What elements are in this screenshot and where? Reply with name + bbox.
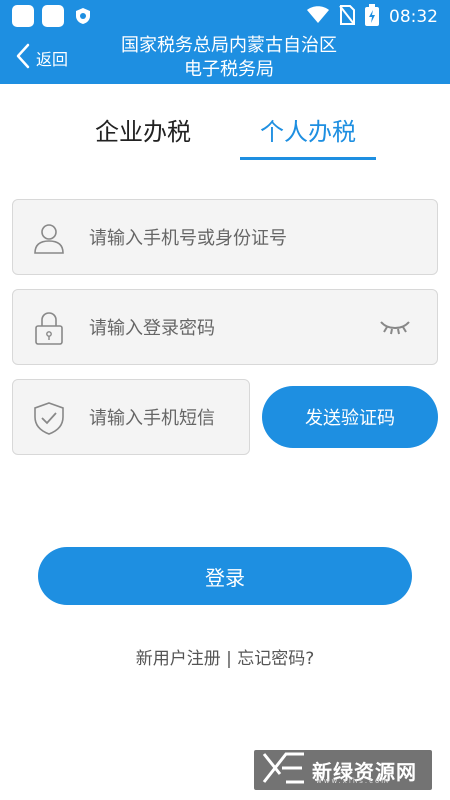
watermark-subtext: www.xlhs.com xyxy=(316,777,391,785)
forgot-password-link[interactable]: 忘记密码? xyxy=(237,649,314,669)
login-button[interactable]: 登录 xyxy=(38,547,412,605)
battery-charging-icon xyxy=(365,4,379,30)
sms-code-field[interactable] xyxy=(12,379,250,455)
username-input[interactable] xyxy=(89,218,419,258)
status-bar: 08:32 xyxy=(0,0,450,32)
footer-links: 新用户注册 | 忘记密码? xyxy=(0,644,450,669)
status-time: 08:32 xyxy=(389,7,438,27)
active-tab-indicator xyxy=(240,157,376,160)
link-separator: | xyxy=(220,649,238,669)
app-square-icon xyxy=(42,5,64,27)
chevron-left-icon xyxy=(16,43,30,73)
username-field[interactable] xyxy=(12,199,438,275)
lock-icon xyxy=(31,310,67,346)
eye-closed-icon[interactable] xyxy=(379,316,411,338)
send-code-button[interactable]: 发送验证码 xyxy=(262,386,438,448)
back-button[interactable]: 返回 xyxy=(16,42,68,74)
tab-business[interactable]: 企业办税 xyxy=(75,96,211,162)
page-title-line1: 国家税务总局内蒙古自治区 xyxy=(121,35,337,56)
wifi-icon xyxy=(307,6,329,28)
watermark: 新绿资源网 www.xlhs.com xyxy=(254,750,432,790)
tab-bar: 企业办税 个人办税 xyxy=(0,96,450,162)
app-square-icon xyxy=(12,5,34,27)
watermark-logo-icon xyxy=(262,752,306,788)
shield-icon xyxy=(72,5,94,27)
page-title: 国家税务总局内蒙古自治区 电子税务局 xyxy=(84,34,374,82)
no-sim-icon xyxy=(339,5,355,29)
sms-code-input[interactable] xyxy=(89,398,239,438)
page-title-line2: 电子税务局 xyxy=(184,59,274,80)
password-input[interactable] xyxy=(89,308,369,348)
password-field[interactable] xyxy=(12,289,438,365)
tab-personal[interactable]: 个人办税 xyxy=(240,96,376,162)
shield-check-icon xyxy=(31,400,67,436)
register-link[interactable]: 新用户注册 xyxy=(136,649,221,669)
app-bar: 返回 国家税务总局内蒙古自治区 电子税务局 xyxy=(0,32,450,84)
user-icon xyxy=(31,220,67,256)
back-label: 返回 xyxy=(36,50,69,69)
